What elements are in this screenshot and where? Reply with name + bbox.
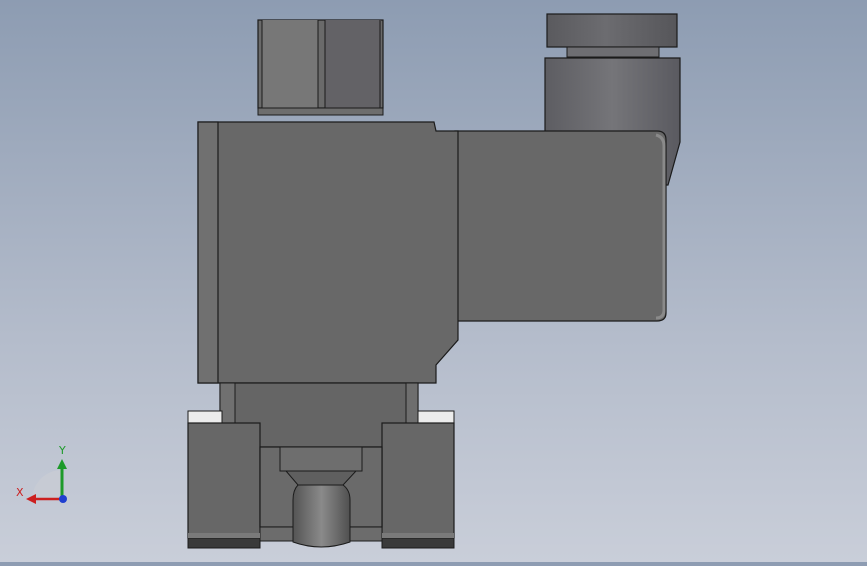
model-drawing: X Y (16, 13, 681, 549)
coordinate-triad[interactable]: X Y (16, 444, 67, 504)
y-axis-label: Y (58, 444, 66, 457)
z-axis-dot (59, 495, 67, 503)
x-axis-label: X (16, 486, 24, 499)
coil-housing[interactable] (454, 130, 667, 322)
x-axis-head (26, 494, 36, 504)
valve-body[interactable] (197, 121, 459, 384)
cad-viewport[interactable]: X Y (0, 0, 867, 562)
y-axis-head (57, 459, 67, 469)
hex-nut[interactable] (257, 19, 384, 116)
